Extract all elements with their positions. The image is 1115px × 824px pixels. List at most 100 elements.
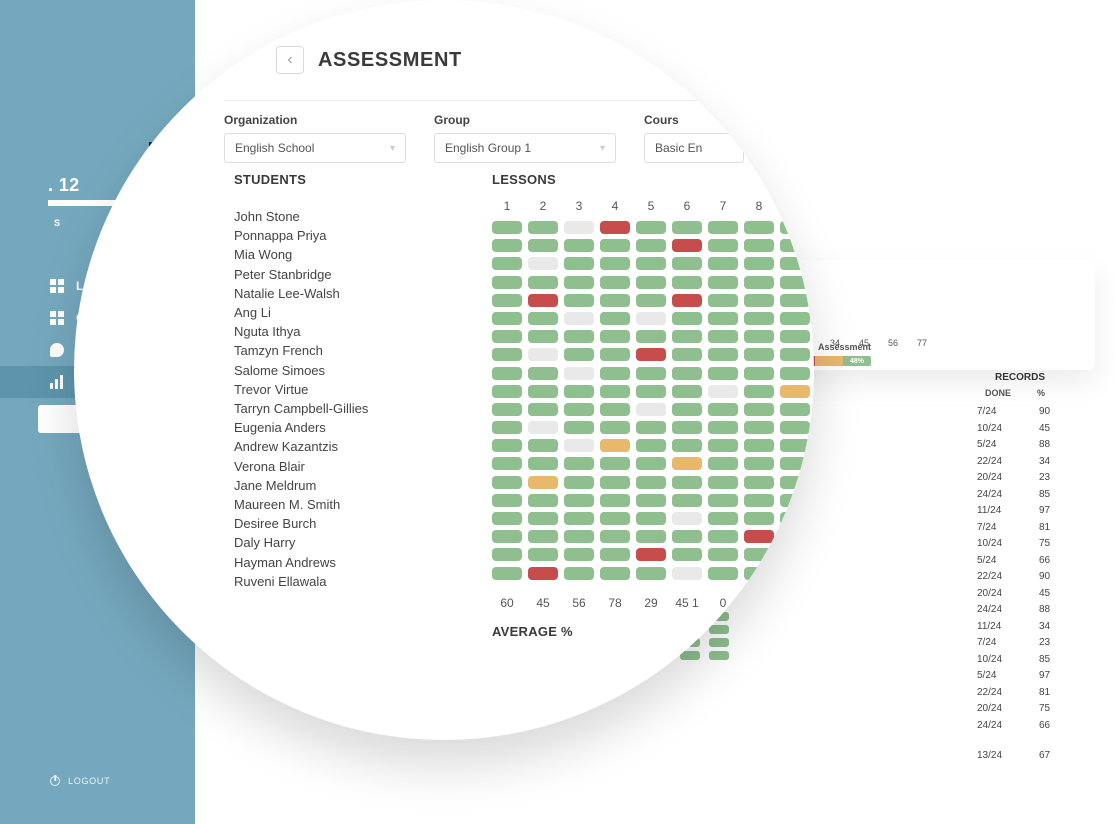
grid-cell	[780, 512, 810, 525]
filter-course[interactable]: Basic En	[644, 133, 744, 163]
record-done: 5/24	[977, 668, 1017, 685]
grid-cell	[780, 439, 810, 452]
record-row: 10/2445	[977, 421, 1063, 438]
grid-cell	[564, 457, 594, 470]
grid-cell	[636, 276, 666, 289]
lesson-num: 6	[672, 199, 702, 213]
grid-cell	[600, 257, 630, 270]
record-row: 7/2481	[977, 520, 1063, 537]
grid-cell	[564, 548, 594, 561]
grid-cell	[528, 221, 558, 234]
grid-cell	[528, 257, 558, 270]
chat-icon	[50, 343, 64, 357]
grid-cell	[600, 421, 630, 434]
avg-value: 34	[744, 596, 774, 610]
grid-cell	[672, 403, 702, 416]
avg-value: 60	[492, 596, 522, 610]
grid-cell	[528, 330, 558, 343]
grid-cell	[600, 276, 630, 289]
chevron-down-icon: ▾	[390, 143, 395, 154]
grid-cell	[672, 367, 702, 380]
filter-organization[interactable]: English School ▾	[224, 133, 406, 163]
grid-row	[492, 457, 810, 470]
record-row: 10/2475	[977, 536, 1063, 553]
filter-group[interactable]: English Group 1 ▾	[434, 133, 616, 163]
grid-row	[492, 257, 810, 270]
grid-cell	[528, 276, 558, 289]
lesson-num: 4	[600, 199, 630, 213]
bars-icon	[50, 375, 64, 389]
student-name: Tamzyn French	[234, 341, 414, 360]
grid-cell	[780, 385, 810, 398]
record-row: 20/2423	[977, 470, 1063, 487]
grid-cell	[672, 567, 702, 580]
grid-cell	[600, 367, 630, 380]
grid-row	[492, 530, 810, 543]
grid-cell	[528, 476, 558, 489]
logout-button[interactable]: LOGOUT	[50, 776, 110, 786]
grid-cell	[708, 512, 738, 525]
grid-cell	[564, 512, 594, 525]
chevron-down-icon: ▾	[600, 143, 605, 154]
student-name: Desiree Burch	[234, 514, 414, 533]
page-title: ASSESSMENT	[318, 49, 462, 72]
grid-cell	[492, 439, 522, 452]
grid-cell	[492, 276, 522, 289]
record-pct: 97	[1039, 503, 1063, 520]
grid-row	[492, 294, 810, 307]
grid-cell	[636, 385, 666, 398]
grid-cell	[780, 312, 810, 325]
grid-cell	[708, 421, 738, 434]
level-display: . 12	[48, 175, 79, 196]
grid-cell	[744, 476, 774, 489]
col-done: DONE	[985, 388, 1011, 398]
grid-cell	[780, 530, 810, 543]
grid-cell	[528, 457, 558, 470]
grid-icon	[50, 279, 64, 293]
grid-cell	[600, 385, 630, 398]
grid-cell	[528, 367, 558, 380]
grid-cell	[600, 439, 630, 452]
filter-value: English School	[235, 141, 314, 155]
grid-cell	[492, 548, 522, 561]
students-column: STUDENTS John StonePonnappa PriyaMia Won…	[234, 172, 414, 591]
grid-cell	[564, 312, 594, 325]
grid-cell	[744, 276, 774, 289]
grid-cell	[636, 530, 666, 543]
grid-cell	[528, 239, 558, 252]
lesson-numbers: 123456789	[492, 199, 810, 213]
record-pct: 66	[1039, 553, 1063, 570]
grid-icon	[50, 311, 64, 325]
grid-cell	[636, 567, 666, 580]
grid-cell	[636, 512, 666, 525]
records-heading: RECORDS	[995, 372, 1045, 383]
grid-cell	[744, 239, 774, 252]
record-pct: 88	[1039, 602, 1063, 619]
grid-cell	[636, 439, 666, 452]
grid-cell	[708, 312, 738, 325]
grid-cell	[492, 476, 522, 489]
record-done: 22/24	[977, 569, 1017, 586]
record-done: 20/24	[977, 586, 1017, 603]
student-name: Ruveni Ellawala	[234, 572, 414, 591]
grid-cell	[708, 221, 738, 234]
record-pct: 81	[1039, 685, 1063, 702]
grid-cell	[492, 367, 522, 380]
record-pct: 34	[1039, 454, 1063, 471]
student-name: Jane Meldrum	[234, 476, 414, 495]
record-pct: 88	[1039, 437, 1063, 454]
grid-cell	[744, 385, 774, 398]
grid-cell	[564, 257, 594, 270]
grid-cell	[780, 457, 810, 470]
record-pct: 67	[1039, 748, 1063, 765]
grid-cell	[600, 330, 630, 343]
grid-cell	[672, 476, 702, 489]
grid-cell	[672, 385, 702, 398]
back-button[interactable]: ‹	[276, 46, 304, 74]
grid-cell	[708, 294, 738, 307]
grid-cell	[636, 294, 666, 307]
record-row: 5/2497	[977, 668, 1063, 685]
student-name: Ang Li	[234, 303, 414, 322]
lesson-num: 9	[780, 199, 810, 213]
lesson-num: 3	[564, 199, 594, 213]
